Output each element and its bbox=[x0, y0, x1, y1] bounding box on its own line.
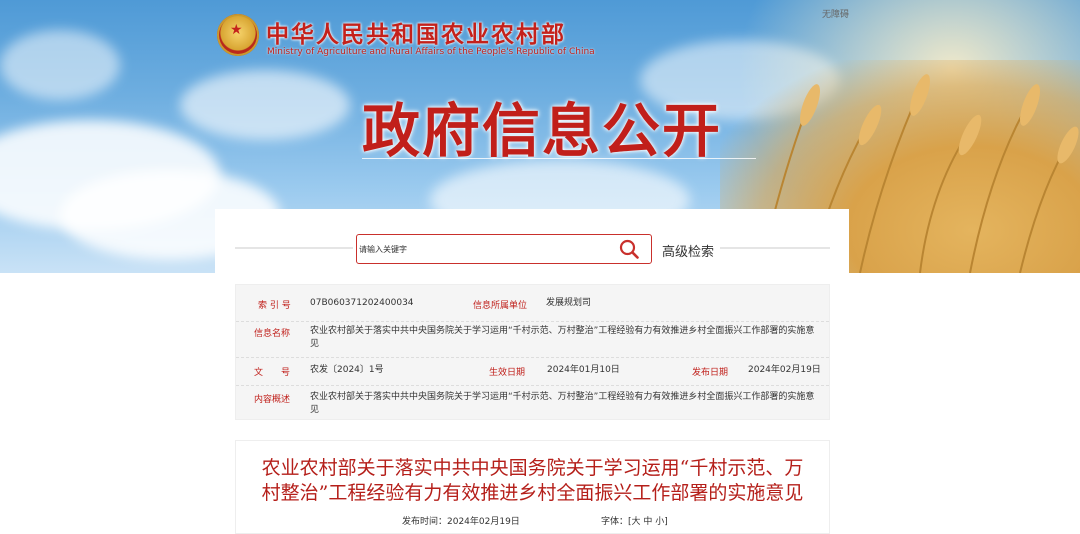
info-row: 信息名称 农业农村部关于落实中共中央国务院关于学习运用“千村示范、万村整治”工程… bbox=[236, 321, 829, 358]
info-name-label: 信息名称 bbox=[254, 329, 291, 339]
unit-value: 发展规划司 bbox=[546, 298, 592, 308]
info-name-value: 农业农村部关于落实中共中央国务院关于学习运用“千村示范、万村整治”工程经验有力有… bbox=[310, 326, 815, 349]
info-row: 内容概述 农业农村部关于落实中共中央国务院关于学习运用“千村示范、万村整治”工程… bbox=[236, 385, 829, 419]
search-icon[interactable] bbox=[618, 238, 640, 260]
doc-number-label: 文 号 bbox=[254, 368, 291, 378]
effective-date-label: 生效日期 bbox=[489, 368, 526, 378]
divider-right bbox=[720, 247, 830, 249]
index-number-value: 07B060371202400034 bbox=[310, 298, 414, 308]
advanced-search-link[interactable]: 高级检索 bbox=[662, 241, 714, 260]
site-name[interactable]: 中华人民共和国农业农村部 bbox=[266, 15, 566, 49]
article-title: 农业农村部关于落实中共中央国务院关于学习运用“千村示范、万村整治”工程经验有力有… bbox=[261, 457, 804, 504]
summary-value: 农业农村部关于落实中共中央国务院关于学习运用“千村示范、万村整治”工程经验有力有… bbox=[310, 392, 815, 415]
cloud bbox=[180, 70, 350, 140]
cloud bbox=[0, 30, 120, 100]
banner-title: 政府信息公开 bbox=[362, 97, 723, 165]
doc-number-value: 农发〔2024〕1号 bbox=[310, 365, 384, 375]
site-name-en[interactable]: Ministry of Agriculture and Rural Affair… bbox=[267, 47, 595, 57]
search-box bbox=[356, 234, 652, 264]
summary-label: 内容概述 bbox=[254, 395, 291, 405]
banner-divider bbox=[362, 158, 756, 159]
info-row: 文 号 农发〔2024〕1号 生效日期 2024年01月10日 发布日期 202… bbox=[236, 357, 829, 386]
search-input[interactable] bbox=[357, 235, 614, 263]
accessibility-link[interactable]: 无障碍 bbox=[822, 7, 849, 20]
font-size-control[interactable]: 字体：[大 中 小] bbox=[601, 514, 668, 527]
effective-date-value: 2024年01月10日 bbox=[547, 365, 620, 375]
divider-left bbox=[235, 247, 353, 249]
national-emblem-logo[interactable]: ★ bbox=[217, 14, 259, 56]
star-icon: ★ bbox=[230, 22, 243, 38]
unit-label: 信息所属单位 bbox=[473, 301, 528, 311]
publish-time: 发布时间：2024年02月19日 bbox=[402, 517, 520, 527]
publish-date-label: 发布日期 bbox=[692, 368, 729, 378]
index-number-label: 索 引 号 bbox=[258, 301, 291, 311]
article-panel: 农业农村部关于落实中共中央国务院关于学习运用“千村示范、万村整治”工程经验有力有… bbox=[235, 440, 830, 534]
search-panel: 高级检索 bbox=[215, 209, 849, 273]
publish-date-value: 2024年02月19日 bbox=[748, 365, 821, 375]
info-row: 索 引 号 07B060371202400034 信息所属单位 发展规划司 bbox=[236, 285, 829, 322]
document-info-table: 索 引 号 07B060371202400034 信息所属单位 发展规划司 信息… bbox=[235, 284, 830, 420]
